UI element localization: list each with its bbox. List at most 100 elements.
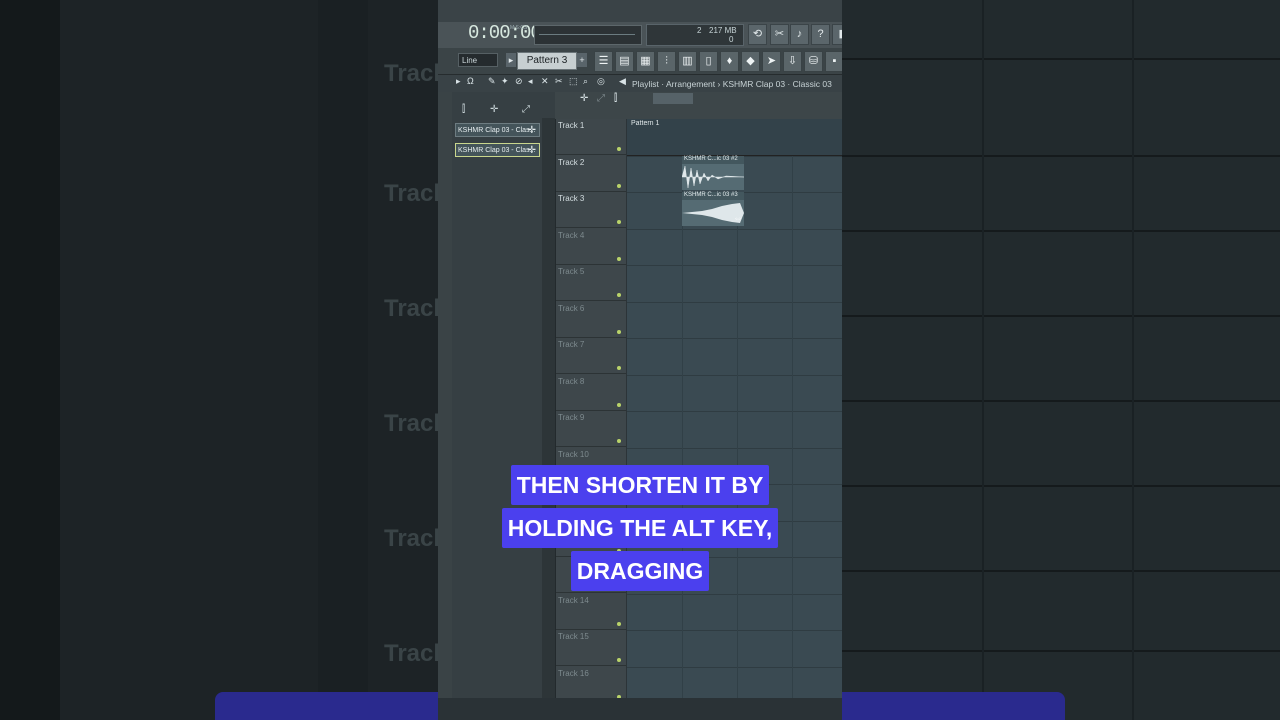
- cart-icon[interactable]: ⛁: [804, 51, 823, 72]
- track-enable-led[interactable]: [617, 293, 621, 297]
- track-header[interactable]: Track 8: [556, 375, 626, 411]
- track-header[interactable]: Track 9: [556, 411, 626, 447]
- magnet-icon[interactable]: Ω: [467, 76, 474, 86]
- slip-icon[interactable]: ✕: [541, 76, 549, 87]
- track-name: Track 7: [558, 340, 585, 349]
- track-header[interactable]: Track 5: [556, 265, 626, 301]
- playlist-menu-icon[interactable]: ▸: [456, 76, 461, 87]
- caption-line: HOLDING THE ALT KEY,: [501, 508, 779, 548]
- export-icon[interactable]: ➤: [762, 51, 781, 72]
- track-name: Track 6: [558, 303, 585, 313]
- pencil-icon[interactable]: ✎: [488, 76, 496, 87]
- track-header[interactable]: Track 2: [556, 156, 626, 192]
- snap-selector[interactable]: Line: [458, 53, 498, 67]
- resize-icon[interactable]: ⤢: [522, 104, 530, 115]
- playback-icon[interactable]: ◎: [597, 76, 605, 87]
- tempo-icon[interactable]: ◆: [741, 51, 760, 72]
- grid-row-line: [627, 411, 842, 412]
- waveform: [682, 165, 744, 189]
- track-name: Track 3: [558, 194, 585, 203]
- channel-icon[interactable]: ▥: [678, 51, 697, 72]
- daw-window: 0:00:00 M:S:CS 2 217 MB 0 ⟲ ✂ ♪ ? ▮ Line…: [438, 0, 842, 720]
- pattern-selector[interactable]: Pattern 3: [517, 52, 577, 70]
- move-icon: ✛: [527, 125, 536, 136]
- undo-icon[interactable]: ⟲: [748, 24, 767, 45]
- browser-icon[interactable]: ▯: [699, 51, 718, 72]
- track-enable-led[interactable]: [617, 329, 621, 334]
- audio-clip-label: KSHMR C...ic 03 #3: [684, 192, 738, 198]
- move-icon[interactable]: ✛: [580, 93, 588, 104]
- track-enable-led[interactable]: [617, 220, 621, 224]
- slice-icon[interactable]: ✂: [555, 76, 563, 87]
- track-enable-led[interactable]: [617, 439, 621, 443]
- move-icon: ✛: [527, 145, 536, 156]
- caption-overlay: THEN SHORTEN IT BY HOLDING THE ALT KEY, …: [0, 465, 1280, 594]
- piano-roll-icon[interactable]: ▤: [615, 51, 634, 72]
- speaker-icon[interactable]: ◀: [619, 76, 626, 87]
- zoom-icon[interactable]: ⌕: [583, 76, 588, 87]
- track-enable-led[interactable]: [617, 658, 621, 662]
- piano-icon[interactable]: ⫿: [462, 104, 465, 115]
- track-enable-led[interactable]: [617, 256, 621, 261]
- track-header[interactable]: Track 1: [556, 119, 626, 155]
- picker-clip[interactable]: KSHMR Clap 03 - Clas... ✛: [455, 143, 540, 157]
- grid-row-line: [627, 447, 842, 449]
- track-header[interactable]: Track 4: [556, 229, 626, 265]
- audio-clip[interactable]: KSHMR C...ic 03 #2: [682, 156, 744, 190]
- track-header[interactable]: Track 15: [556, 630, 626, 666]
- playlist-icon[interactable]: ☰: [594, 51, 613, 72]
- cut-icon[interactable]: ✂: [770, 24, 789, 45]
- microphone-icon[interactable]: ♪: [790, 24, 809, 45]
- window-icon[interactable]: ▮: [832, 24, 842, 45]
- pattern-clip-label: Pattern 1: [631, 120, 660, 127]
- delete-icon[interactable]: ⊘: [515, 76, 523, 87]
- browser-edge: [438, 92, 452, 720]
- track-enable-led[interactable]: [617, 147, 621, 151]
- blurred-background-left: Track Track Track Track Track Track: [0, 0, 438, 720]
- track-header[interactable]: Track 6: [556, 302, 626, 338]
- track-name: Track 1: [558, 121, 585, 130]
- track-header[interactable]: Track 7: [556, 338, 626, 374]
- grid-bar-line: [792, 119, 793, 698]
- grid-row-line: [627, 301, 842, 303]
- select-icon[interactable]: ⬚: [569, 76, 578, 87]
- picker-scrollbar[interactable]: [542, 118, 555, 698]
- brush-icon[interactable]: ✦: [501, 76, 509, 87]
- grid-row-line: [627, 666, 842, 668]
- move-icon[interactable]: ✛: [490, 104, 498, 115]
- prev-pattern-icon[interactable]: ▸: [506, 53, 516, 67]
- grid-row-line: [627, 228, 842, 230]
- download-icon[interactable]: ⇩: [783, 51, 802, 72]
- extra-icon[interactable]: ▪: [825, 51, 842, 72]
- plugin-icon[interactable]: ♦: [720, 51, 739, 72]
- track-enable-led[interactable]: [617, 402, 621, 407]
- grid-row-line: [627, 374, 842, 376]
- track-name: Track 9: [558, 413, 585, 422]
- mixer-icon[interactable]: ⫶: [657, 51, 676, 72]
- track-name: Track 8: [558, 376, 585, 386]
- resize-icon[interactable]: ⤢: [597, 93, 605, 104]
- voices-value: 0: [729, 35, 734, 44]
- add-pattern-icon[interactable]: +: [577, 53, 587, 67]
- picker-clip[interactable]: KSHMR Clap 03 - Clas... ✛: [455, 123, 540, 137]
- track-enable-led[interactable]: [617, 366, 621, 370]
- song-time-display[interactable]: 0:00:00: [468, 22, 542, 44]
- track-name: Track 15: [558, 632, 589, 641]
- breadcrumb: Playlist · Arrangement › KSHMR Clap 03 ·…: [632, 79, 832, 89]
- channel-rack-icon[interactable]: ▦: [636, 51, 655, 72]
- track-header[interactable]: Track 14: [556, 594, 626, 630]
- track-name: Track 14: [558, 595, 589, 605]
- piano-icon[interactable]: ⫿: [614, 93, 617, 104]
- track-enable-led[interactable]: [617, 621, 621, 626]
- help-icon[interactable]: ?: [811, 24, 830, 45]
- picker-panel: [452, 92, 556, 698]
- cpu-value: 2: [697, 26, 702, 35]
- track-header[interactable]: Track 3: [556, 192, 626, 228]
- horizontal-scrollbar[interactable]: [653, 93, 693, 104]
- picker-clip-label: KSHMR Clap 03 - Clas...: [458, 127, 536, 134]
- track-name: Track 10: [558, 449, 589, 459]
- track-enable-led[interactable]: [617, 183, 621, 188]
- mute-icon[interactable]: ◂: [528, 76, 533, 87]
- blurred-background-right: [842, 0, 1280, 720]
- time-unit-label: M:S:CS: [510, 25, 528, 31]
